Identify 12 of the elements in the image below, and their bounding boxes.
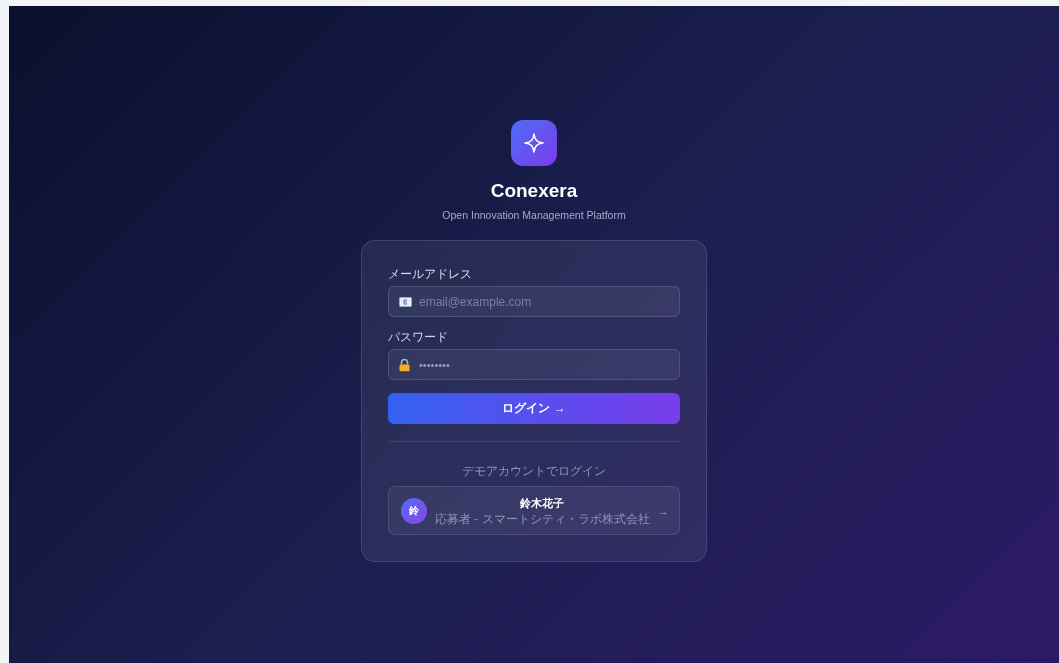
field-label: パスワード [388,330,448,344]
demo-heading: デモアカウントでログイン [461,464,607,478]
account-name: 鈴木花子 [520,495,565,510]
app-tagline: Open Innovation Management Platform [442,208,626,222]
field-label: メールアドレス [388,267,472,281]
lock-icon [399,358,410,371]
logo-icon [511,120,557,166]
login-button[interactable]: ログイン → [388,393,680,424]
arrow-text: → [657,504,669,517]
account-detail: 応募者 - スマートシティ・ラボ株式会社 [435,511,650,526]
app-title: Conexera [490,180,578,202]
avatar: 鈴 [401,497,427,524]
